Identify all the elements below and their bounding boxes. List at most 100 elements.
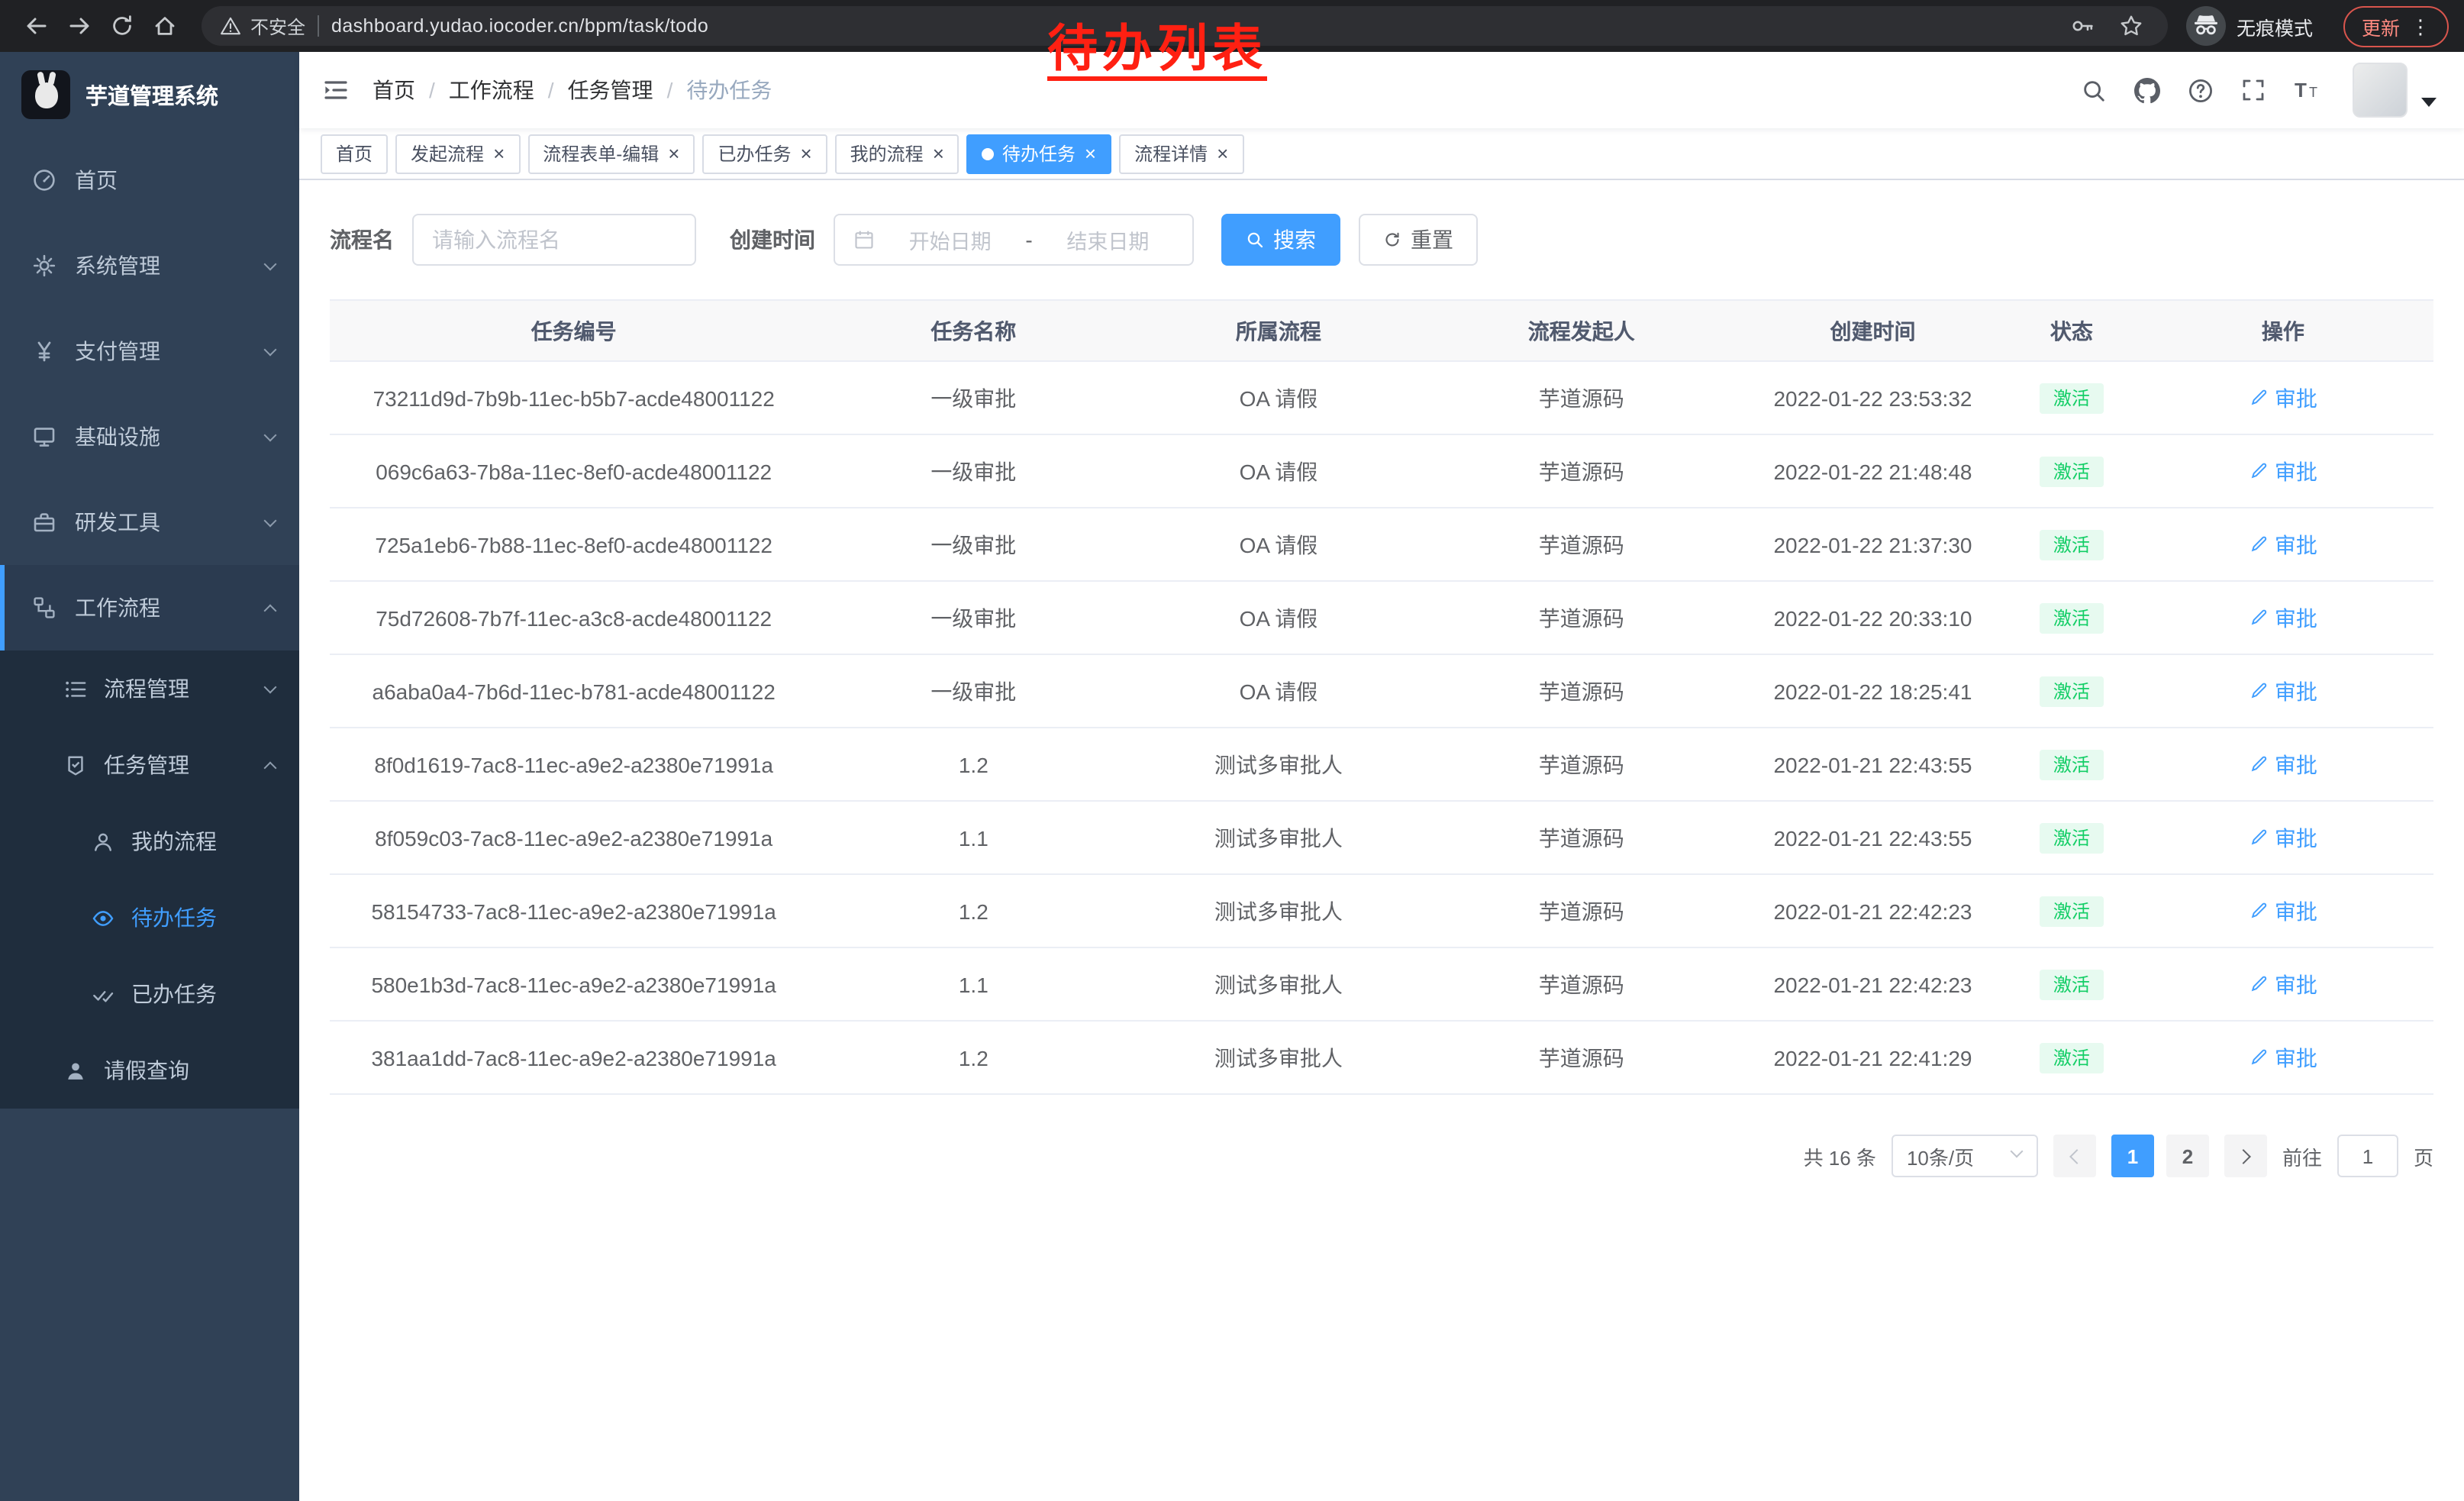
cell-id: 381aa1dd-7ac8-11ec-a9e2-a2380e71991a	[330, 1045, 818, 1070]
status-badge: 激活	[2040, 602, 2104, 633]
approve-link[interactable]: 审批	[2249, 822, 2317, 853]
tags-view-tab[interactable]: 流程表单-编辑×	[527, 134, 695, 173]
screen: 不安全 dashboard.yudao.iocoder.cn/bpm/task/…	[0, 0, 2464, 1501]
font-size-icon[interactable]: TT	[2287, 70, 2327, 110]
more-vert-icon[interactable]: ⋮	[2411, 16, 2430, 36]
approve-link[interactable]: 审批	[2249, 676, 2317, 706]
cell-action: 审批	[2133, 529, 2433, 560]
reset-button[interactable]: 重置	[1359, 214, 1478, 266]
cell-action: 审批	[2133, 896, 2433, 926]
sidebar-item-infrastructure[interactable]: 基础设施	[0, 394, 299, 479]
key-icon[interactable]	[2064, 8, 2101, 44]
col-header-process: 所属流程	[1129, 315, 1427, 346]
reload-icon[interactable]	[101, 5, 144, 47]
date-range-picker[interactable]: 开始日期 - 结束日期	[834, 214, 1194, 266]
cell-name: 1.2	[818, 752, 1129, 776]
search-button[interactable]: 搜索	[1221, 214, 1340, 266]
close-icon[interactable]: ×	[933, 144, 944, 163]
tags-view-tab[interactable]: 首页	[321, 134, 388, 173]
approve-link[interactable]: 审批	[2249, 383, 2317, 413]
forward-icon[interactable]	[58, 5, 101, 47]
cell-name: 1.2	[818, 1045, 1129, 1070]
approve-link[interactable]: 审批	[2249, 896, 2317, 926]
page-button-2[interactable]: 2	[2166, 1135, 2209, 1177]
cell-initiator: 芋道源码	[1428, 676, 1735, 706]
close-icon[interactable]: ×	[800, 144, 811, 163]
home-icon[interactable]	[144, 5, 186, 47]
breadcrumb-workflow[interactable]: 工作流程	[449, 75, 534, 105]
caret-down-icon[interactable]	[2421, 98, 2437, 107]
question-icon[interactable]	[2180, 70, 2220, 110]
tab-label: 已办任务	[718, 140, 791, 166]
breadcrumb-current: 待办任务	[686, 75, 772, 105]
github-icon[interactable]	[2127, 70, 2166, 110]
col-header-actions: 操作	[2133, 315, 2433, 346]
edit-icon	[2249, 828, 2269, 847]
approve-link[interactable]: 审批	[2249, 1042, 2317, 1073]
approve-link[interactable]: 审批	[2249, 456, 2317, 486]
next-page-button[interactable]	[2224, 1135, 2267, 1177]
star-icon[interactable]	[2113, 8, 2150, 44]
approve-link[interactable]: 审批	[2249, 969, 2317, 999]
search-icon[interactable]	[2073, 70, 2113, 110]
page-size-select[interactable]: 10条/页	[1892, 1135, 2038, 1177]
sidebar-item-devtools[interactable]: 研发工具	[0, 479, 299, 565]
close-icon[interactable]: ×	[668, 144, 679, 163]
tags-view-tab[interactable]: 流程详情×	[1119, 134, 1243, 173]
sidebar-item-leave-query[interactable]: 请假查询	[0, 1032, 299, 1109]
tags-view-tab[interactable]: 我的流程×	[835, 134, 959, 173]
incognito-badge[interactable]: 无痕模式	[2183, 3, 2328, 49]
close-icon[interactable]: ×	[1217, 144, 1228, 163]
breadcrumb-home[interactable]: 首页	[373, 75, 415, 105]
tags-view-tab[interactable]: 待办任务×	[967, 134, 1111, 173]
sidebar-item-process-management[interactable]: 流程管理	[0, 650, 299, 727]
cell-action: 审批	[2133, 969, 2433, 999]
update-button[interactable]: 更新 ⋮	[2343, 5, 2449, 47]
calendar-icon	[853, 229, 875, 250]
col-header-task-name: 任务名称	[818, 315, 1129, 346]
status-badge: 激活	[2040, 456, 2104, 486]
cell-process: OA 请假	[1129, 383, 1427, 413]
tags-view-tab[interactable]: 已办任务 ×	[702, 134, 827, 173]
sidebar-item-payment[interactable]: 支付管理	[0, 308, 299, 394]
sidebar-item-home[interactable]: 首页	[0, 137, 299, 223]
sidebar-item-system[interactable]: 系统管理	[0, 223, 299, 308]
sidebar-item-done-tasks[interactable]: 已办任务	[0, 956, 299, 1032]
breadcrumb-separator: /	[667, 78, 673, 102]
process-name-input[interactable]	[432, 228, 676, 252]
tags-view-tab[interactable]: 发起流程×	[395, 134, 520, 173]
start-date-placeholder[interactable]: 开始日期	[884, 224, 1016, 255]
fullscreen-icon[interactable]	[2233, 70, 2273, 110]
page-button-1[interactable]: 1	[2111, 1135, 2154, 1177]
sidebar-item-label: 待办任务	[131, 902, 275, 933]
approve-link[interactable]: 审批	[2249, 529, 2317, 560]
cell-id: a6aba0a4-7b6d-11ec-b781-acde48001122	[330, 679, 818, 703]
sidebar-item-my-process[interactable]: 我的流程	[0, 803, 299, 880]
cell-status: 激活	[2011, 896, 2133, 926]
table-row: 8f0d1619-7ac8-11ec-a9e2-a2380e71991a1.2测…	[330, 728, 2433, 802]
approve-link[interactable]: 审批	[2249, 602, 2317, 633]
goto-page-input[interactable]	[2337, 1135, 2398, 1177]
breadcrumb-task-management[interactable]: 任务管理	[568, 75, 653, 105]
close-icon[interactable]: ×	[493, 144, 505, 163]
prev-page-button[interactable]	[2053, 1135, 2096, 1177]
chevron-down-icon	[264, 343, 277, 356]
avatar[interactable]	[2353, 63, 2408, 118]
sidebar-item-task-management[interactable]: 任务管理	[0, 727, 299, 803]
sidebar-collapse-icon[interactable]	[299, 52, 373, 128]
omnibox-divider	[318, 15, 319, 37]
cell-initiator: 芋道源码	[1428, 1042, 1735, 1073]
cell-name: 1.1	[818, 825, 1129, 850]
sidebar-item-workflow[interactable]: 工作流程	[0, 565, 299, 650]
close-icon[interactable]: ×	[1085, 144, 1096, 163]
end-date-placeholder[interactable]: 结束日期	[1042, 224, 1174, 255]
cell-id: 73211d9d-7b9b-11ec-b5b7-acde48001122	[330, 386, 818, 410]
cell-name: 一级审批	[818, 676, 1129, 706]
approve-label: 审批	[2275, 749, 2317, 780]
security-indicator[interactable]: 不安全	[220, 13, 305, 39]
sidebar-item-todo-tasks[interactable]: 待办任务	[0, 880, 299, 956]
back-icon[interactable]	[15, 5, 58, 47]
cell-created: 2022-01-22 21:48:48	[1735, 459, 2011, 483]
chevron-left-icon	[2069, 1148, 2085, 1164]
approve-link[interactable]: 审批	[2249, 749, 2317, 780]
